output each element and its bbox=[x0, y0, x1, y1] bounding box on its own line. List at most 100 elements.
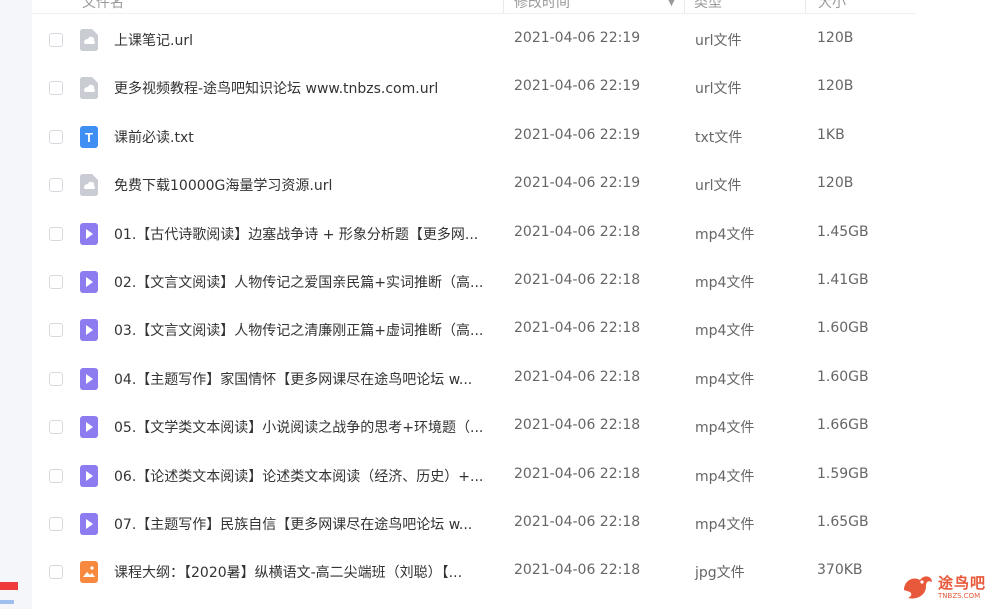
file-type: url文件 bbox=[695, 33, 742, 49]
file-row[interactable]: 06.【论述类文本阅读】论述类文本阅读（经济、历史）+... 2021-04-06… bbox=[32, 452, 916, 500]
file-name[interactable]: 05.【文学类文本阅读】小说阅读之战争的思考+环境题（... bbox=[114, 417, 494, 437]
url-file-icon bbox=[80, 174, 98, 197]
file-modified-time: 2021-04-06 22:19 bbox=[514, 175, 641, 192]
header-separator[interactable] bbox=[805, 0, 806, 13]
file-row[interactable]: 07.【主题写作】民族自信【更多网课尽在途鸟吧论坛 w... 2021-04-06… bbox=[32, 500, 916, 548]
right-panel-blank bbox=[916, 0, 1000, 609]
file-type: mp4文件 bbox=[695, 468, 755, 485]
file-size: 120B bbox=[817, 30, 854, 46]
file-name[interactable]: 课程大纲：【2020暑】纵横语文-高二尖端班（刘聪）【... bbox=[114, 562, 494, 582]
file-modified-time: 2021-04-06 22:19 bbox=[514, 126, 641, 143]
file-size: 1.59GB bbox=[817, 465, 869, 482]
header-modified-time[interactable]: 修改时间 bbox=[514, 0, 570, 12]
file-name[interactable]: 免费下载10000G海量学习资源.url bbox=[114, 175, 494, 195]
file-row[interactable]: 04.【主题写作】家国情怀【更多网课尽在途鸟吧论坛 w... 2021-04-06… bbox=[32, 355, 916, 403]
file-size: 1.41GB bbox=[817, 271, 869, 288]
file-type: url文件 bbox=[695, 81, 742, 98]
file-modified-time: 2021-04-06 22:19 bbox=[514, 30, 641, 46]
txt-file-icon: T bbox=[80, 125, 98, 148]
header-separator[interactable] bbox=[503, 0, 504, 13]
file-modified-time: 2021-04-06 22:18 bbox=[514, 562, 641, 579]
row-checkbox[interactable] bbox=[49, 565, 63, 580]
watermark-text: 途鸟吧 bbox=[938, 574, 987, 592]
file-type: mp4文件 bbox=[695, 516, 755, 533]
sidebar-red-marker bbox=[0, 582, 18, 590]
file-modified-time: 2021-04-06 22:18 bbox=[514, 368, 641, 385]
header-type[interactable]: 类型 bbox=[694, 0, 722, 12]
row-checkbox[interactable] bbox=[49, 516, 63, 531]
row-checkbox[interactable] bbox=[49, 420, 63, 435]
file-size: 1.65GB bbox=[817, 513, 869, 530]
sort-desc-icon[interactable]: ▼ bbox=[668, 0, 675, 8]
left-sidebar-edge bbox=[0, 0, 32, 609]
file-name[interactable]: 01.【古代诗歌阅读】边塞战争诗 + 形象分析题【更多网... bbox=[114, 224, 494, 244]
row-checkbox[interactable] bbox=[49, 468, 63, 483]
file-row[interactable]: 课程大纲：【2020暑】纵横语文-高二尖端班（刘聪）【... 2021-04-06… bbox=[32, 548, 916, 596]
header-size[interactable]: 大小 bbox=[818, 0, 846, 12]
file-type: mp4文件 bbox=[695, 371, 755, 388]
file-name[interactable]: 06.【论述类文本阅读】论述类文本阅读（经济、历史）+... bbox=[114, 466, 494, 486]
video-file-icon bbox=[80, 319, 98, 342]
video-file-icon bbox=[80, 416, 98, 439]
video-file-icon bbox=[80, 464, 98, 487]
row-checkbox[interactable] bbox=[49, 81, 63, 96]
file-type: txt文件 bbox=[695, 129, 743, 146]
file-size: 1KB bbox=[817, 126, 845, 143]
file-type: mp4文件 bbox=[695, 420, 755, 437]
file-modified-time: 2021-04-06 22:18 bbox=[514, 417, 641, 434]
file-modified-time: 2021-04-06 22:19 bbox=[514, 78, 641, 95]
bird-logo-icon bbox=[904, 576, 932, 599]
file-row[interactable]: 免费下载10000G海量学习资源.url 2021-04-06 22:19 url文… bbox=[32, 161, 916, 209]
file-row[interactable]: 01.【古代诗歌阅读】边塞战争诗 + 形象分析题【更多网... 2021-04-0… bbox=[32, 210, 916, 258]
file-size: 370KB bbox=[817, 562, 863, 579]
watermark-subtext: TNBZS.COM bbox=[938, 592, 981, 600]
video-file-icon bbox=[80, 222, 98, 245]
file-size: 120B bbox=[817, 78, 854, 95]
file-type: url文件 bbox=[695, 178, 742, 195]
file-modified-time: 2021-04-06 22:18 bbox=[514, 320, 641, 337]
file-size: 120B bbox=[817, 175, 854, 192]
row-checkbox[interactable] bbox=[49, 226, 63, 241]
file-row[interactable]: T 课前必读.txt 2021-04-06 22:19 txt文件 1KB bbox=[32, 113, 916, 161]
row-checkbox[interactable] bbox=[49, 274, 63, 289]
file-size: 1.45GB bbox=[817, 223, 869, 240]
file-type: mp4文件 bbox=[695, 323, 755, 340]
file-type: mp4文件 bbox=[695, 274, 755, 291]
svg-text:T: T bbox=[85, 130, 93, 145]
site-watermark: 途鸟吧 TNBZS.COM bbox=[898, 570, 994, 606]
file-row[interactable]: 02.【文言文阅读】人物传记之爱国亲民篇+实词推断（高... 2021-04-06… bbox=[32, 258, 916, 306]
row-checkbox[interactable] bbox=[49, 323, 63, 338]
file-name[interactable]: 03.【文言文阅读】人物传记之清廉刚正篇+虚词推断（高... bbox=[114, 320, 494, 340]
file-name[interactable]: 04.【主题写作】家国情怀【更多网课尽在途鸟吧论坛 w... bbox=[114, 369, 494, 389]
row-checkbox[interactable] bbox=[49, 371, 63, 386]
file-type: jpg文件 bbox=[695, 565, 745, 582]
file-name[interactable]: 课前必读.txt bbox=[114, 127, 494, 147]
file-modified-time: 2021-04-06 22:18 bbox=[514, 513, 641, 530]
sidebar-blue-marker bbox=[0, 600, 14, 604]
file-modified-time: 2021-04-06 22:18 bbox=[514, 465, 641, 482]
file-row[interactable]: 03.【文言文阅读】人物传记之清廉刚正篇+虚词推断（高... 2021-04-06… bbox=[32, 306, 916, 354]
file-name[interactable]: 02.【文言文阅读】人物传记之爱国亲民篇+实词推断（高... bbox=[114, 272, 494, 292]
header-name[interactable]: 文件名 bbox=[82, 0, 124, 12]
file-row[interactable]: 更多视频教程-途鸟吧知识论坛 www.tnbzs.com.url 2021-04-… bbox=[32, 64, 916, 112]
image-file-icon bbox=[80, 561, 98, 584]
file-name[interactable]: 07.【主题写作】民族自信【更多网课尽在途鸟吧论坛 w... bbox=[114, 514, 494, 534]
file-name[interactable]: 更多视频教程-途鸟吧知识论坛 www.tnbzs.com.url bbox=[114, 78, 494, 98]
file-size: 1.60GB bbox=[817, 368, 869, 385]
video-file-icon bbox=[80, 367, 98, 390]
header-separator[interactable] bbox=[684, 0, 685, 13]
file-modified-time: 2021-04-06 22:18 bbox=[514, 271, 641, 288]
url-file-icon bbox=[80, 29, 98, 51]
file-size: 1.60GB bbox=[817, 320, 869, 337]
video-file-icon bbox=[80, 512, 98, 535]
file-row[interactable]: 05.【文学类文本阅读】小说阅读之战争的思考+环境题（... 2021-04-06… bbox=[32, 403, 916, 451]
row-checkbox[interactable] bbox=[49, 178, 63, 193]
file-row[interactable]: 上课笔记.url 2021-04-06 22:19 url文件 120B bbox=[32, 16, 916, 64]
row-checkbox[interactable] bbox=[49, 129, 63, 144]
file-list-header: 文件名 修改时间 ▼ 类型 大小 bbox=[32, 0, 916, 14]
file-name[interactable]: 上课笔记.url bbox=[114, 30, 494, 50]
url-file-icon bbox=[80, 77, 98, 100]
file-size: 1.66GB bbox=[817, 417, 869, 434]
row-checkbox[interactable] bbox=[49, 33, 63, 47]
video-file-icon bbox=[80, 270, 98, 293]
